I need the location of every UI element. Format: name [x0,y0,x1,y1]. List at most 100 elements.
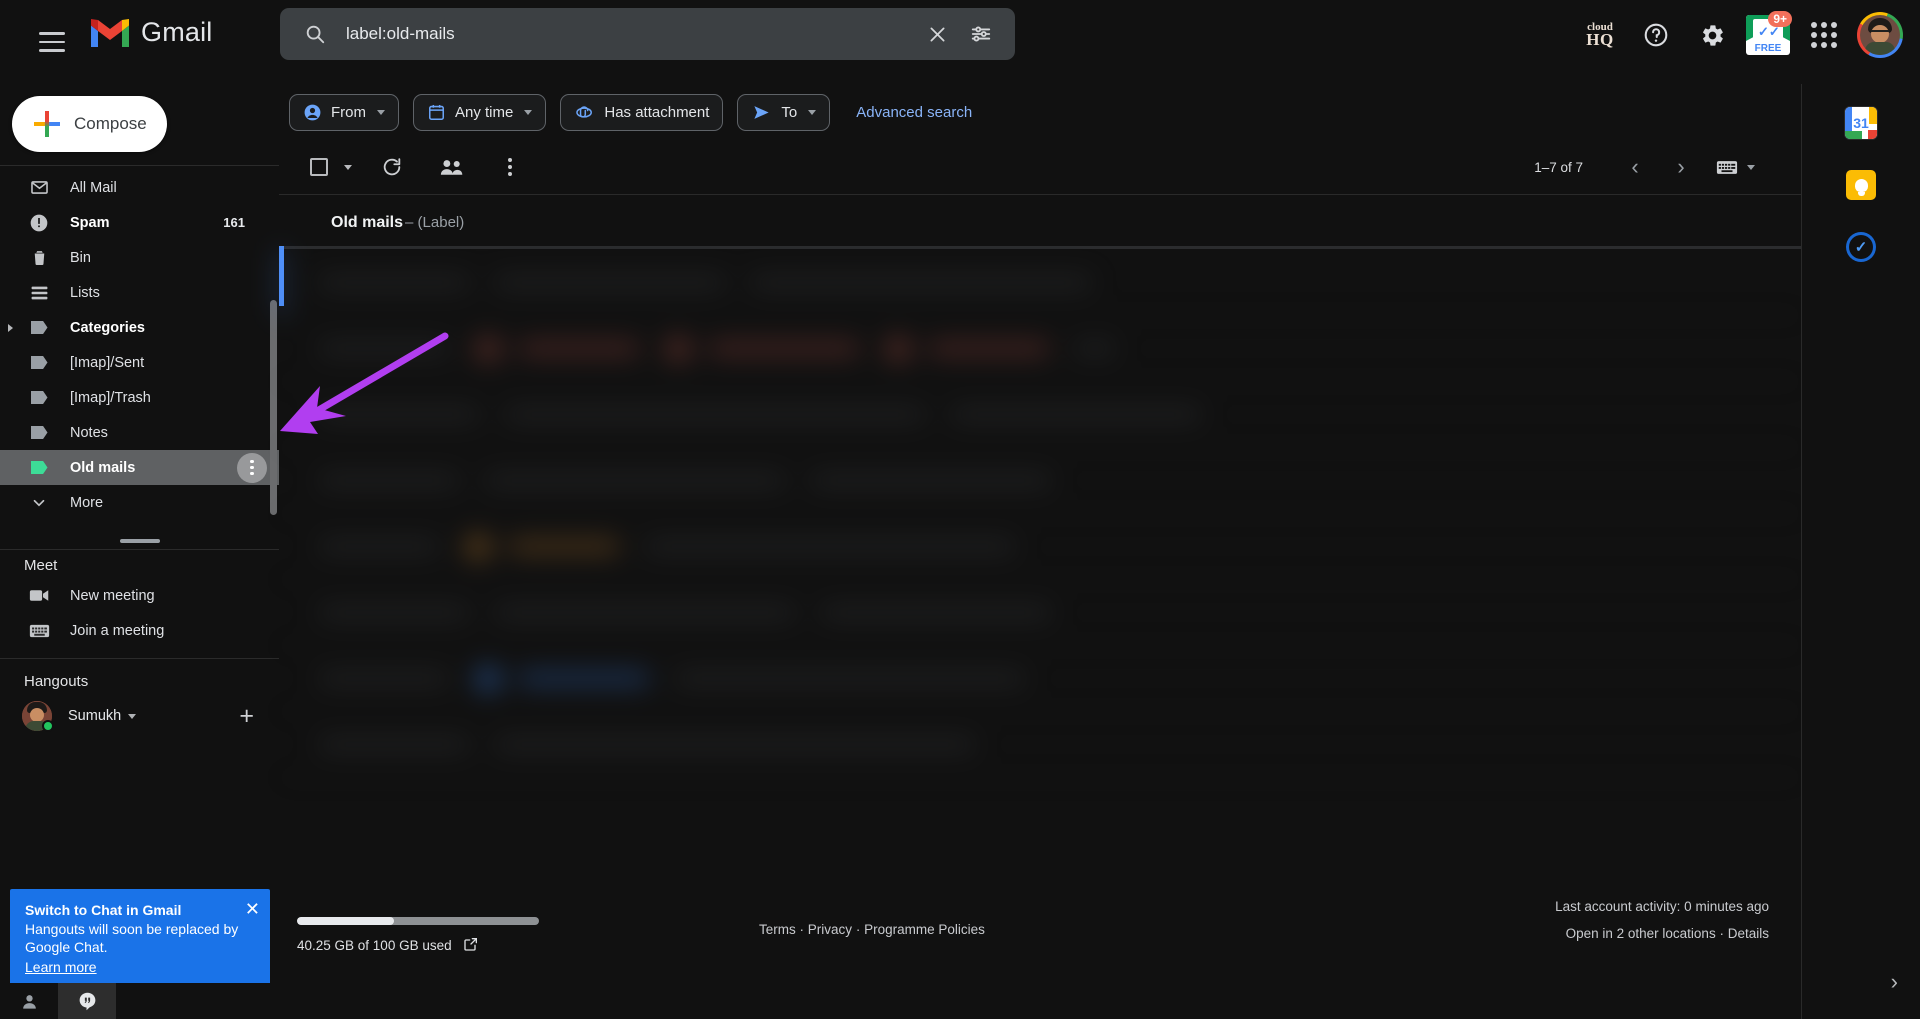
list-item[interactable] [279,514,1801,580]
advanced-search-link[interactable]: Advanced search [856,104,972,121]
list-item[interactable] [279,316,1801,382]
sidebar-item-lists[interactable]: Lists [0,275,269,310]
sidebar-item-categories[interactable]: Categories [0,310,269,345]
sidebar-item-bin[interactable]: Bin [0,240,269,275]
storage-text: 40.25 GB of 100 GB used [297,938,452,953]
google-keep-button[interactable] [1838,162,1884,208]
trash-icon [26,248,52,267]
more-vertical-icon[interactable] [488,145,532,189]
avatar[interactable] [1854,9,1906,61]
label-options-more-icon[interactable] [237,452,267,483]
sidebar-item-old-mails[interactable]: Old mails [0,450,279,485]
refresh-button[interactable] [370,145,414,189]
chevron-down-icon[interactable] [344,164,352,170]
sidebar-item-label: All Mail [70,179,117,196]
gmail-brand[interactable]: Gmail [88,16,213,49]
filter-chip-any-time[interactable]: Any time [413,93,547,131]
storage-bar-track [297,917,539,925]
sidebar-item-new-meeting[interactable]: New meeting [0,578,269,613]
list-item[interactable] [279,646,1801,712]
sidebar: Compose All Mail Spam 161 Bin Lists Cate… [0,84,279,1019]
learn-more-link[interactable]: Learn more [25,959,97,975]
envelope-icon [26,178,52,197]
filter-chip-label: Has attachment [604,103,710,121]
send-arrow-icon [754,105,770,119]
label-tag-icon [26,426,52,439]
sidebar-resize-handle[interactable] [119,539,160,543]
sidebar-item-label: Spam [70,214,110,231]
sidebar-item-label: Notes [70,424,108,441]
label-kind: – (Label) [405,214,465,231]
search-input[interactable] [338,24,915,44]
list-item[interactable] [279,250,1801,316]
cloudhq-logo-icon[interactable]: cloud HQ [1574,9,1626,61]
sidebar-item-all-mail[interactable]: All Mail [0,170,269,205]
details-link[interactable]: Details [1728,926,1769,941]
list-item[interactable] [279,712,1801,778]
chevron-right-icon[interactable]: › [1891,969,1898,995]
sidebar-item-label: More [70,494,104,511]
hamburger-menu-icon[interactable] [28,20,76,64]
chevron-down-icon[interactable] [128,713,137,719]
sidebar-scrollbar[interactable] [270,300,277,515]
sidebar-item-label: Categories [70,319,145,336]
side-apps-rail: 31 ✓ › [1801,84,1920,1019]
terms-link[interactable]: Terms [759,922,796,937]
chevron-right-icon[interactable]: › [1661,147,1701,187]
programme-policies-link[interactable]: Programme Policies [864,922,985,937]
gmail-logo-icon [91,19,129,47]
sidebar-nav: All Mail Spam 161 Bin Lists Categories [… [0,170,279,530]
envelope-check-icon[interactable]: ✓✓ FREE 9+ [1742,9,1794,61]
people-group-icon[interactable] [430,145,474,189]
caret-right-icon[interactable] [8,323,13,332]
attachment-icon [576,105,593,118]
online-status-dot [42,720,54,732]
meet-section-title: Meet [24,557,58,574]
sidebar-item-more[interactable]: More [0,485,269,520]
hangouts-button[interactable] [58,983,116,1019]
close-icon[interactable] [915,12,959,56]
select-all-checkbox[interactable] [297,145,341,189]
hangouts-user-row[interactable]: Sumukh + [0,694,279,738]
sidebar-item-count: 161 [223,215,245,230]
google-calendar-button[interactable]: 31 [1838,100,1884,146]
apps-grid-icon[interactable] [1798,9,1850,61]
compose-button[interactable]: Compose [12,96,167,152]
google-tasks-button[interactable]: ✓ [1838,224,1884,270]
page-title: Old mails [331,213,404,231]
sidebar-item-label: Bin [70,249,91,266]
sidebar-item-imap-trash[interactable]: [Imap]/Trash [0,380,269,415]
sidebar-item-imap-sent[interactable]: [Imap]/Sent [0,345,269,380]
pagination: 1–7 of 7 ‹ › [1534,147,1755,187]
sidebar-item-spam[interactable]: Spam 161 [0,205,269,240]
contacts-button[interactable] [0,983,58,1019]
sidebar-item-notes[interactable]: Notes [0,415,269,450]
list-item[interactable] [279,382,1801,448]
help-question-icon[interactable] [1630,9,1682,61]
search-icon[interactable] [292,11,338,57]
list-toolbar: 1–7 of 7 ‹ › [279,140,1801,194]
open-external-icon[interactable] [463,936,479,955]
sidebar-item-join-meeting[interactable]: Join a meeting [0,613,269,648]
list-item[interactable] [279,580,1801,646]
filter-chip-from[interactable]: From [289,93,399,131]
close-icon[interactable]: ✕ [245,900,260,918]
message-list[interactable] [279,250,1801,840]
add-contact-button[interactable]: + [239,703,254,729]
gear-icon[interactable] [1686,9,1738,61]
search-options-icon[interactable] [959,12,1003,56]
chevron-left-icon[interactable]: ‹ [1615,147,1655,187]
filter-chip-has-attachment[interactable]: Has attachment [560,93,724,131]
header-actions: cloud HQ ✓✓ FREE 9+ [1574,6,1906,64]
chevron-down-icon [524,109,533,115]
list-item[interactable] [279,448,1801,514]
search-bar[interactable] [280,8,1015,60]
privacy-link[interactable]: Privacy [808,922,852,937]
filter-chip-to[interactable]: To [737,93,831,131]
keyboard-icon[interactable] [1707,147,1747,187]
chevron-down-icon[interactable] [1747,164,1755,170]
compose-label: Compose [74,114,147,133]
storage-text-row: 40.25 GB of 100 GB used [297,936,797,955]
label-tag-icon [26,391,52,404]
sidebar-bottom-bar [0,983,279,1019]
